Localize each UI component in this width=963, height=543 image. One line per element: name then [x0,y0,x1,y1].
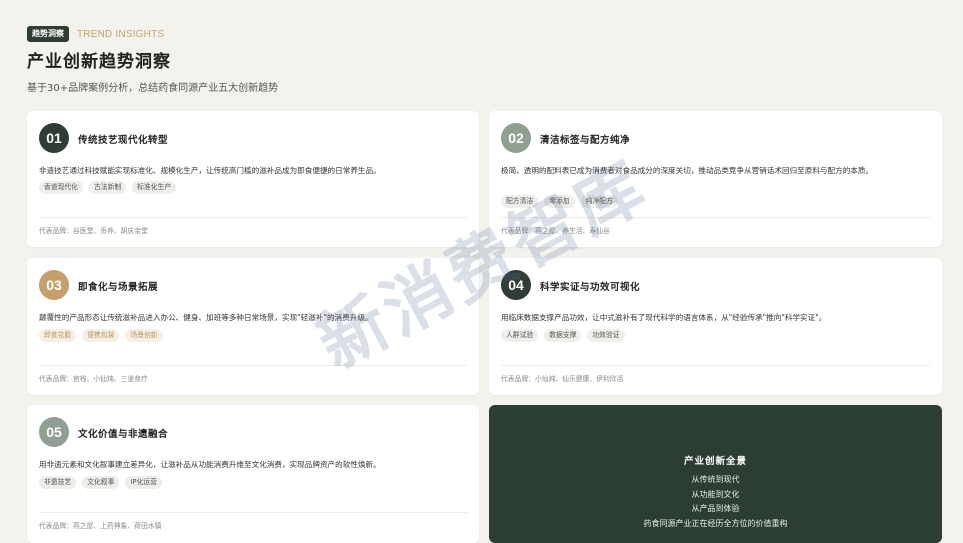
summary-line: 从传统到现代 [691,475,740,484]
trend-description: 极简、透明的配料表已成为消费者对食品成分的深度关切，推动品类竞争从营销话术回归至… [501,166,874,175]
summary-title: 产业创新全景 [683,456,747,467]
trend-card-04: 04 科学实证与功效可视化 用临床数据支撑产品功效，让中式滋补有了现代科学的语言… [489,258,942,395]
trend-chips: 非遗技艺 文化叙事 IP化运营 [39,476,467,489]
trend-number-badge: 03 [39,270,69,300]
trend-chip: 非遗技艺 [39,476,77,489]
tag-row: 趋势洞察 TREND INSIGHTS [27,25,937,43]
representative-brands: 代表品牌：谷医堂、贡养、胡庆余堂 [39,227,148,235]
trend-chip: 文化叙事 [82,476,120,489]
trend-chip: 便携包装 [82,329,120,342]
card-divider [501,365,930,366]
section-tag-english: TREND INSIGHTS [77,28,165,40]
trend-description: 用临床数据支撑产品功效，让中式滋补有了现代科学的语言体系，从"经验传承"推向"科… [501,313,827,322]
page-header: 趋势洞察 TREND INSIGHTS 产业创新趋势洞察 基于30+品牌案例分析… [27,25,937,96]
summary-line: 从功能到文化 [691,489,740,499]
trend-chips: 香道现代化 古法新制 标准化生产 [39,181,467,194]
trend-chips: 配方清洁 零添加 纯净配方 [501,195,930,208]
trend-chip: 场景创新 [125,329,163,342]
representative-brands: 代表品牌：燕之屋、养生活、寿仙谷 [501,227,610,235]
trend-description: 非遗技艺通过科技赋能实现标准化、规模化生产，让传统高门槛的滋补品成为即食便捷的日… [39,166,381,175]
trend-number-badge: 05 [39,417,69,447]
summary-line: 从产品到体验 [691,504,740,513]
trend-chip: 人群试验 [501,329,539,342]
trend-chip: 零添加 [544,195,575,208]
summary-card: 产业创新全景 从传统到现代 从功能到文化 从产品到体验 药食同源产业正在经历全方… [489,405,942,543]
trend-chips: 即食花胶 便携包装 场景创新 [39,329,467,342]
trend-title: 即食化与场景拓展 [78,282,159,293]
summary-lines: 从传统到现代 从功能到文化 从产品到体验 药食同源产业正在经历全方位的价值重构 [489,473,942,531]
trend-card-05: 05 文化价值与非遗融合 用非遗元素和文化叙事建立差异化，让滋补品从功能消费升维… [27,405,479,543]
trend-title: 文化价值与非遗融合 [78,429,169,440]
summary-line: 药食同源产业正在经历全方位的价值重构 [643,518,788,528]
trend-chip: IP化运营 [125,476,162,489]
page-title: 产业创新趋势洞察 [27,52,171,72]
trend-description: 颠覆性的产品形态让传统滋补品进入办公、健身、加班等多种日常场景，实现"轻滋补"的… [39,313,373,322]
trend-card-03: 03 即食化与场景拓展 颠覆性的产品形态让传统滋补品进入办公、健身、加班等多种日… [27,258,479,395]
section-tag: 趋势洞察 [27,26,69,42]
trend-card-01: 01 传统技艺现代化转型 非遗技艺通过科技赋能实现标准化、规模化生产，让传统高门… [27,111,479,247]
trend-chip: 即食花胶 [39,329,77,342]
trend-chip: 配方清洁 [501,195,539,208]
trend-chip: 功效验证 [587,329,625,342]
representative-brands: 代表品牌：燕之屋、上药神象、荷田水镇 [39,522,162,530]
trend-title: 科学实证与功效可视化 [540,282,641,293]
page-subtitle: 基于30+品牌案例分析，总结药食同源产业五大创新趋势 [27,83,279,94]
trend-number-badge: 02 [501,123,531,153]
card-divider [501,217,930,218]
card-divider [39,512,467,513]
trend-chips: 人群试验 数据支撑 功效验证 [501,329,930,342]
trend-card-02: 02 清洁标签与配方纯净 极简、透明的配料表已成为消费者对食品成分的深度关切，推… [489,111,942,247]
representative-brands: 代表品牌：官栈、小仙炖、三道食疗 [39,375,148,383]
trend-number-badge: 04 [501,270,531,300]
trend-chip: 数据支撑 [544,329,582,342]
trend-description: 用非遗元素和文化叙事建立差异化，让滋补品从功能消费升维至文化消费，实现品牌资产的… [39,460,381,469]
card-divider [39,217,467,218]
trend-number-badge: 01 [39,123,69,153]
trend-chip: 古法新制 [88,181,127,194]
trend-title: 传统技艺现代化转型 [78,135,169,146]
trend-chip: 香道现代化 [39,181,83,194]
trend-chip: 纯净配方 [580,195,618,208]
card-divider [39,365,467,366]
trend-chip: 标准化生产 [132,181,177,194]
trend-title: 清洁标签与配方纯净 [540,135,631,146]
representative-brands: 代表品牌：小仙炖、仙乐健康、伊利欣活 [501,375,624,383]
